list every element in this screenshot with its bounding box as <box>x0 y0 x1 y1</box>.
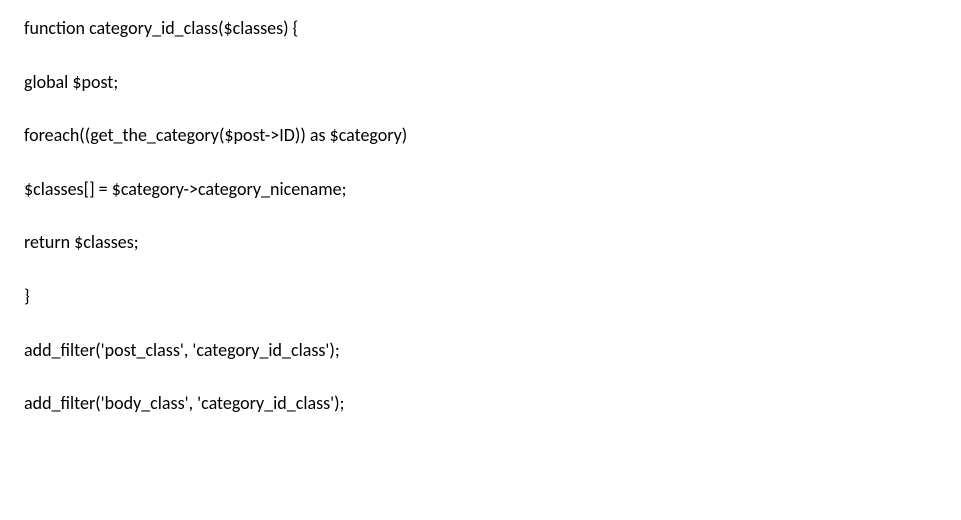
code-line: add_filter('body_class', 'category_id_cl… <box>24 393 937 415</box>
code-line: global $post; <box>24 72 937 94</box>
code-line: foreach((get_the_category($post->ID)) as… <box>24 125 937 147</box>
code-line: } <box>24 286 937 308</box>
code-line: add_filter('post_class', 'category_id_cl… <box>24 340 937 362</box>
code-line: $classes[] = $category->category_nicenam… <box>24 179 937 201</box>
code-line: function category_id_class($classes) { <box>24 18 937 40</box>
code-line: return $classes; <box>24 232 937 254</box>
